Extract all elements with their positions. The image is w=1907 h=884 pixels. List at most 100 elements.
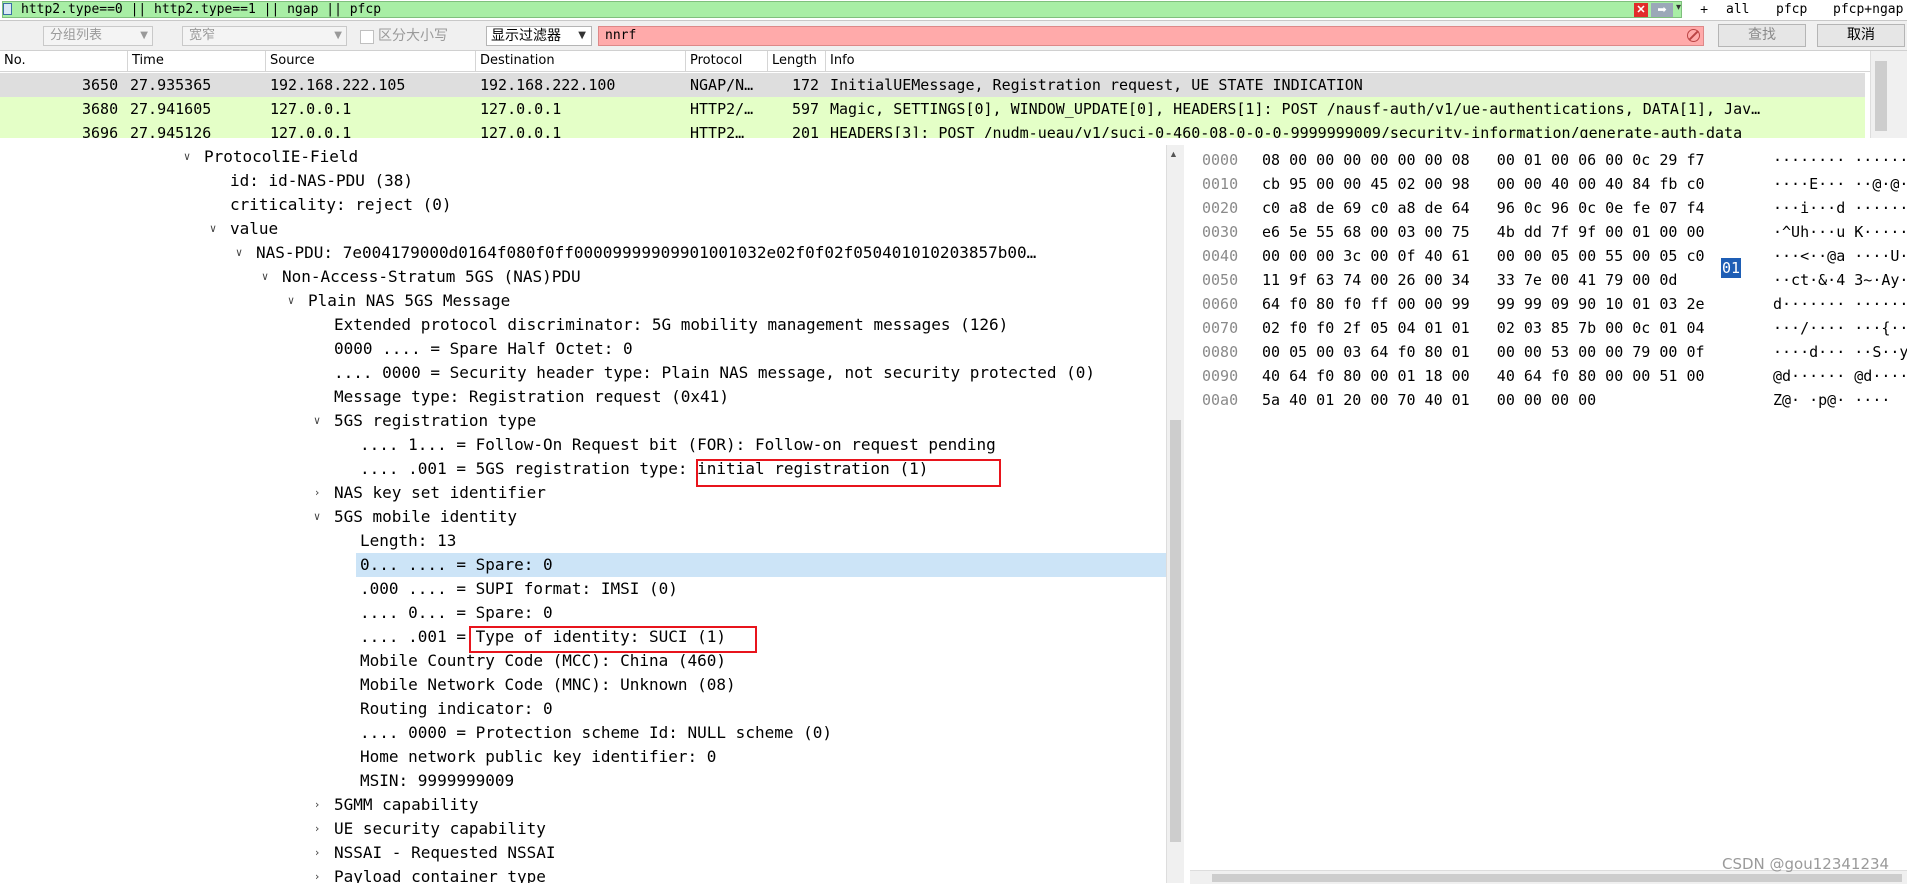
chevron-down-icon[interactable]: ∨ — [232, 241, 246, 265]
tree-item-label: MSIN: 9999999009 — [360, 771, 515, 790]
charset-value: 宽窄 — [189, 28, 216, 43]
tree-item[interactable]: Home network public key identifier: 0 — [0, 745, 1166, 769]
tree-item[interactable]: ∨ value — [0, 217, 1166, 241]
tree-item-label: 5GS mobile identity — [334, 507, 518, 526]
chevron-right-icon[interactable]: › — [310, 793, 324, 817]
chevron-right-icon[interactable]: › — [310, 817, 324, 841]
selected-byte[interactable]: 01 — [1721, 258, 1741, 278]
packet-cell-length: 172 — [792, 76, 820, 94]
tree-item[interactable]: 0000 .... = Spare Half Octet: 0 — [0, 337, 1166, 361]
hex-bytes: cb 95 00 00 45 02 00 98 00 00 40 00 40 8… — [1262, 175, 1705, 193]
charset-combo[interactable]: 宽窄 ▼ — [182, 26, 347, 46]
search-input[interactable]: nnrf — [598, 26, 1704, 46]
highlight-box-registration-type — [696, 459, 1001, 487]
search-in-combo[interactable]: 分组列表 ▼ — [43, 26, 153, 46]
tree-item[interactable]: ∨ NAS-PDU: 7e004179000d0164f080f0ff000099… — [0, 241, 1166, 265]
chevron-down-icon[interactable]: ∨ — [310, 505, 324, 529]
chevron-down-icon[interactable]: ∨ — [206, 217, 220, 241]
tree-item[interactable]: › 5GMM capability — [0, 793, 1166, 817]
case-sensitive-checkbox[interactable] — [360, 30, 374, 44]
chevron-down-icon[interactable]: ∨ — [284, 289, 298, 313]
tree-item[interactable]: Routing indicator: 0 — [0, 697, 1166, 721]
packet-details-tree: ∨ ProtocolIE-Field id: id-NAS-PDU (38) crit… — [0, 145, 1166, 883]
tree-item[interactable]: Length: 13 — [0, 529, 1166, 553]
quick-filter-pfcp[interactable]: pfcp — [1776, 1, 1807, 19]
tree-item-label: id: id-NAS-PDU (38) — [230, 171, 414, 190]
tree-item[interactable]: MSIN: 9999999009 — [0, 769, 1166, 793]
tree-item[interactable]: id: id-NAS-PDU (38) — [0, 169, 1166, 193]
display-filter-input[interactable]: http2.type==0 || http2.type==1 || ngap |… — [2, 1, 1682, 18]
apply-filter-icon[interactable]: ➡ — [1651, 3, 1673, 17]
packet-list-scrollbar[interactable] — [1870, 51, 1907, 138]
clear-search-icon[interactable] — [1687, 29, 1700, 42]
tree-item[interactable]: ∨ Non-Access-Stratum 5GS (NAS)PDU — [0, 265, 1166, 289]
tree-item[interactable]: .000 .... = SUPI format: IMSI (0) — [0, 577, 1166, 601]
chevron-down-icon: ▼ — [140, 30, 148, 41]
column-header-destination[interactable]: Destination — [476, 51, 686, 71]
packet-cell-time: 27.941605 — [130, 100, 212, 118]
packet-row[interactable]: 3680 27.941605 127.0.0.1 127.0.0.1 HTTP2/… 59… — [0, 97, 1865, 121]
tree-item[interactable]: .... 0000 = Security header type: Plain … — [0, 361, 1166, 385]
hex-ascii: ···<··@a ····U··· — [1773, 247, 1907, 265]
column-header-source[interactable]: Source — [266, 51, 476, 71]
scrollbar-thumb[interactable] — [1212, 874, 1902, 882]
chevron-right-icon[interactable]: › — [310, 481, 324, 505]
column-header-time[interactable]: Time — [128, 51, 266, 71]
scrollbar-thumb[interactable] — [1875, 61, 1887, 131]
column-header-info[interactable]: Info — [826, 51, 1870, 71]
clear-filter-icon[interactable]: ✕ — [1634, 3, 1648, 17]
scroll-up-icon[interactable]: ▲ — [1169, 149, 1178, 159]
tree-item[interactable]: ∨ ProtocolIE-Field — [0, 145, 1166, 169]
hex-bytes: 08 00 00 00 00 00 00 08 00 01 00 06 00 0… — [1262, 151, 1705, 169]
chevron-down-icon[interactable]: ∨ — [258, 265, 272, 289]
hex-offset: 00a0 — [1202, 391, 1239, 409]
quick-filter-all[interactable]: all — [1726, 1, 1749, 19]
add-filter-button[interactable]: + — [1700, 0, 1708, 19]
packet-row[interactable]: 3696 27.945126 127.0.0.1 127.0.0.1 HTTP2… 201… — [0, 121, 1865, 138]
hex-ascii: ···/···· ···{···· — [1773, 319, 1907, 337]
packet-cell-protocol: NGAP/N… — [690, 76, 754, 94]
tree-item[interactable]: .... 0... = Spare: 0 — [0, 601, 1166, 625]
details-scrollbar[interactable]: ▲ — [1166, 145, 1184, 883]
tree-item[interactable]: Mobile Network Code (MNC): Unknown (08) — [0, 673, 1166, 697]
hex-bytes: 00 05 00 03 64 f0 80 01 00 00 53 00 00 7… — [1262, 343, 1705, 361]
column-header-protocol[interactable]: Protocol — [686, 51, 768, 71]
filter-history-dropdown-icon[interactable]: ▾ — [1676, 2, 1681, 13]
case-sensitive-label: 区分大小写 — [378, 28, 448, 44]
column-header-no[interactable]: No. — [0, 51, 128, 71]
hex-ascii: ········ ······)· — [1773, 151, 1907, 169]
find-button[interactable]: 查找 — [1718, 24, 1806, 47]
hex-offset: 0090 — [1202, 367, 1239, 385]
tree-item[interactable]: ∨ Plain NAS 5GS Message — [0, 289, 1166, 313]
tree-item[interactable]: › Payload container type — [0, 865, 1166, 883]
column-header-length[interactable]: Length — [768, 51, 826, 71]
tree-item[interactable]: .... 0000 = Protection scheme Id: NULL s… — [0, 721, 1166, 745]
chevron-right-icon[interactable]: › — [310, 865, 324, 883]
hex-bytes: c0 a8 de 69 c0 a8 de 64 96 0c 96 0c 0e f… — [1262, 199, 1705, 217]
bookmark-icon[interactable] — [3, 3, 12, 15]
watermark: CSDN @gou12341234 — [1722, 855, 1890, 873]
tree-item[interactable]: ∨ 5GS registration type — [0, 409, 1166, 433]
quick-filter-pfcp-ngap[interactable]: pfcp+ngap — [1833, 1, 1903, 19]
packet-cell-no: 3680 — [82, 100, 119, 118]
chevron-down-icon[interactable]: ∨ — [310, 409, 324, 433]
tree-item[interactable]: criticality: reject (0) — [0, 193, 1166, 217]
scrollbar-thumb[interactable] — [1170, 420, 1181, 842]
chevron-down-icon: ▼ — [578, 30, 586, 41]
chevron-down-icon[interactable]: ∨ — [180, 145, 194, 169]
tree-item[interactable]: ∨ 5GS mobile identity — [0, 505, 1166, 529]
packet-row[interactable]: 3650 27.935365 192.168.222.105 192.168.222.… — [0, 73, 1865, 97]
search-type-combo[interactable]: 显示过滤器 ▼ — [486, 26, 592, 46]
packet-cell-source: 192.168.222.105 — [270, 76, 406, 94]
tree-item[interactable]: Message type: Registration request (0x41… — [0, 385, 1166, 409]
tree-item-label: .... 0000 = Security header type: Plain … — [334, 363, 1095, 382]
tree-item[interactable]: Extended protocol discriminator: 5G mobi… — [0, 313, 1166, 337]
cancel-button[interactable]: 取消 — [1817, 24, 1905, 47]
tree-item[interactable]: 0... .... = Spare: 0 — [356, 553, 1166, 577]
tree-item[interactable]: .... 1... = Follow-On Request bit (FOR):… — [0, 433, 1166, 457]
tree-item[interactable]: › NSSAI - Requested NSSAI — [0, 841, 1166, 865]
chevron-right-icon[interactable]: › — [310, 841, 324, 865]
hex-ascii: Z@· ·p@· ···· — [1773, 391, 1891, 409]
tree-item-label: Payload container type — [334, 867, 546, 883]
tree-item[interactable]: › UE security capability — [0, 817, 1166, 841]
